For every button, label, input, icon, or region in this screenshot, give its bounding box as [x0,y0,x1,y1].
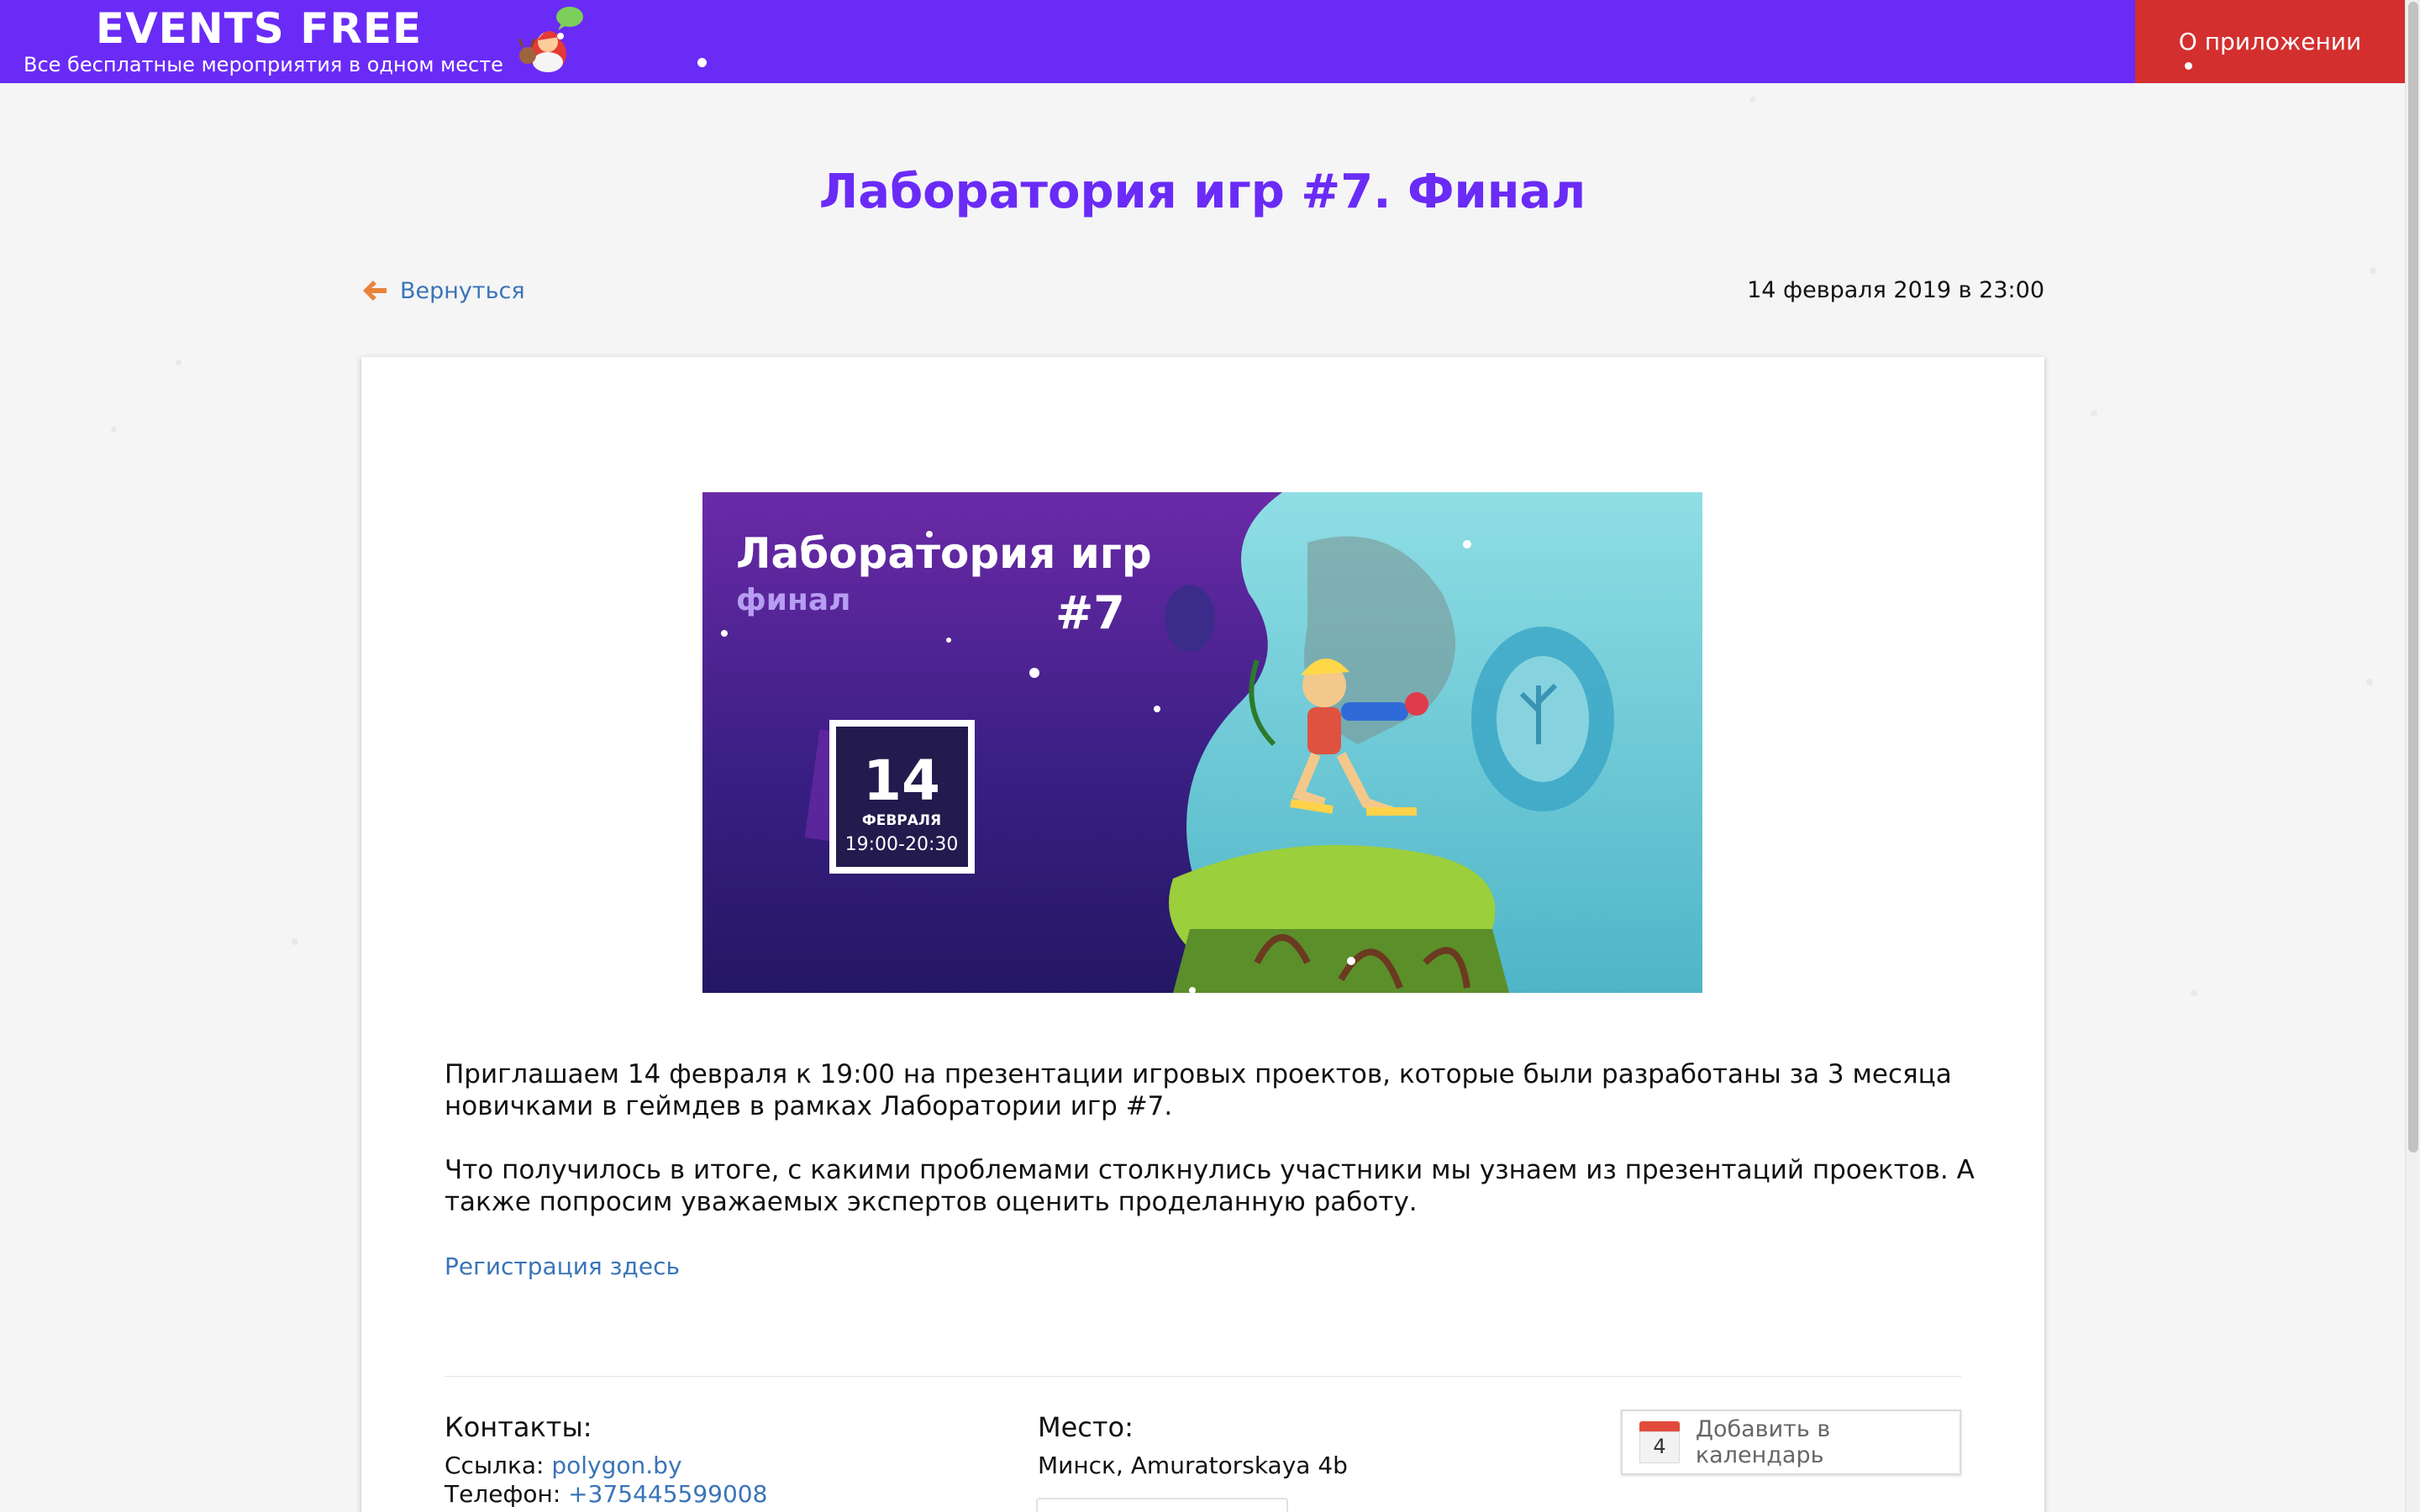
snowflake [1749,97,1755,102]
event-datetime: 14 февраля 2019 в 23:00 [1747,277,2044,303]
snowflake [292,938,298,945]
event-description: Приглашаем 14 февраля к 19:00 на презент… [445,1058,1982,1218]
banner-month: ФЕВРАЛЯ [862,812,941,829]
event-banner-image: Лаборатория игр финал #7 14 ФЕВРАЛЯ 19:0… [702,492,1702,993]
contacts-phone-link[interactable]: +375445599008 [568,1480,767,1508]
banner-subtitle: финал [736,583,850,617]
arrow-left-icon [363,281,387,301]
section-divider [445,1376,1961,1377]
snowflake [2366,679,2373,685]
brand-logo-link[interactable]: EVENTS FREE Все бесплатные мероприятия в… [24,4,503,77]
place-address: Минск, Amuratorskaya 4b [1038,1452,1348,1479]
banner-number: #7 [1055,586,1125,639]
event-card: Лаборатория игр финал #7 14 ФЕВРАЛЯ 19:0… [361,357,2044,1512]
scrollbar-thumb[interactable] [2408,2,2418,1152]
contacts-heading: Контакты: [445,1411,592,1443]
page-scrollbar[interactable] [2405,0,2420,1512]
calendar-icon: 4 [1639,1421,1680,1463]
snowflake [2185,62,2192,70]
top-navigation-bar: EVENTS FREE Все бесплатные мероприятия в… [0,0,2405,83]
brand-subtitle: Все бесплатные мероприятия в одном месте [24,53,503,76]
contacts-link-label: Ссылка: [445,1452,552,1479]
snowflake [697,58,707,67]
back-link-label: Вернуться [400,277,525,304]
snowflake [176,360,182,365]
add-to-calendar-button[interactable]: 4 Добавить в календарь [1621,1410,1961,1475]
contacts-phone-line: Телефон: +375445599008 [445,1480,767,1508]
snowflake [111,427,117,433]
back-link[interactable]: Вернуться [361,277,525,304]
santa-icon [518,7,583,72]
page-title: Лаборатория игр #7. Финал [818,165,1586,219]
contacts-link-line: Ссылка: polygon.by [445,1452,682,1479]
snowflake [2370,267,2376,274]
contacts-link[interactable]: polygon.by [551,1452,681,1479]
brand-title: EVENTS FREE [95,4,423,53]
description-paragraph: Приглашаем 14 февраля к 19:00 на презент… [445,1059,1952,1121]
banner-day: 14 [863,748,940,813]
banner-time: 19:00-20:30 [845,834,959,855]
map-preview[interactable] [1036,1498,1288,1512]
place-heading: Место: [1038,1411,1134,1443]
contacts-phone-label: Телефон: [445,1480,569,1508]
banner-title: Лаборатория игр [736,529,1152,578]
add-to-calendar-label: Добавить в календарь [1695,1416,1831,1468]
snowflake [2091,410,2097,417]
registration-link[interactable]: Регистрация здесь [445,1252,680,1280]
about-app-button[interactable]: О приложении [2135,0,2405,83]
snowflake [2191,990,2197,996]
snowflake [1189,987,1196,994]
calendar-icon-day: 4 [1653,1435,1666,1458]
description-paragraph: Что получилось в итоге, с какими проблем… [445,1155,1975,1217]
snowflake [1577,998,1583,1004]
